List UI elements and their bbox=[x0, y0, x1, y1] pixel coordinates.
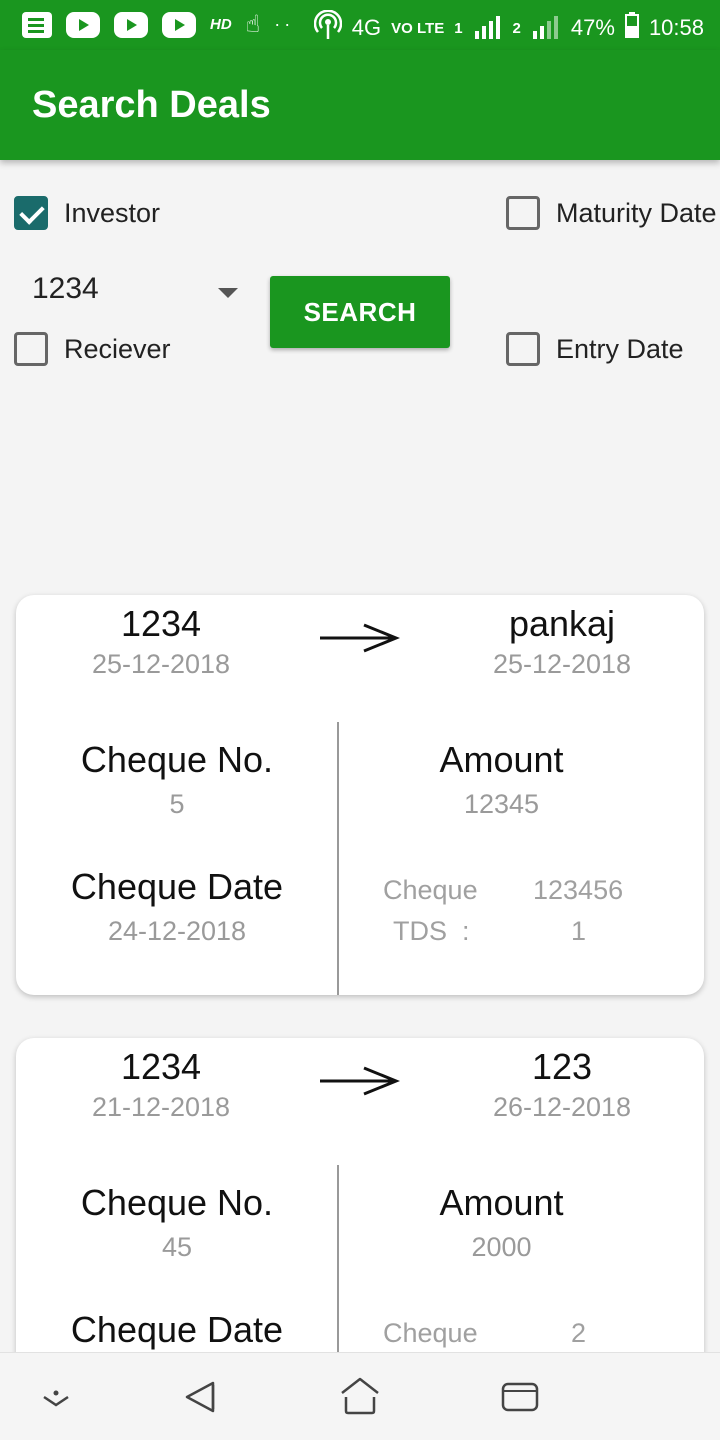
youtube-icon bbox=[66, 11, 100, 38]
back-icon[interactable] bbox=[183, 1379, 219, 1415]
reciever-filter[interactable]: Reciever bbox=[14, 332, 171, 366]
clock: 10:58 bbox=[648, 15, 704, 40]
youtube-icon bbox=[162, 11, 196, 38]
deal-to: 123 26-12-2018 bbox=[416, 1046, 704, 1123]
dropdown-caret-icon[interactable] bbox=[218, 288, 238, 298]
app-bar: Search Deals bbox=[0, 50, 720, 160]
maturity-date-filter[interactable]: Maturity Date bbox=[506, 196, 717, 230]
cheque-no-block: Cheque No. 45 bbox=[16, 1182, 338, 1263]
deal-from: 1234 25-12-2018 bbox=[16, 603, 306, 680]
system-nav-bar bbox=[0, 1352, 720, 1440]
arrow-right-icon bbox=[320, 1066, 400, 1096]
reciever-checkbox[interactable] bbox=[14, 332, 48, 366]
amount-label: Amount bbox=[439, 739, 564, 780]
youtube-icon bbox=[114, 11, 148, 38]
from-name: 1234 bbox=[120, 1046, 202, 1087]
to-name: pankaj bbox=[508, 603, 616, 644]
cheque-no-value: 45 bbox=[161, 1232, 193, 1262]
deal-from: 1234 21-12-2018 bbox=[16, 1046, 306, 1123]
to-date: 25-12-2018 bbox=[492, 649, 632, 679]
investor-checkbox[interactable] bbox=[14, 196, 48, 230]
status-bar: HD ☝ ·· 4G VO LTE 1 2 47% 10:58 bbox=[0, 0, 720, 50]
deal-card[interactable]: 1234 25-12-2018 pankaj 25-12-2018 Cheque… bbox=[16, 595, 704, 995]
reciever-label: Reciever bbox=[64, 333, 171, 364]
battery-percent: 47% bbox=[570, 15, 615, 40]
battery-icon bbox=[624, 12, 639, 44]
investor-label: Investor bbox=[64, 197, 161, 228]
volte-badge: VO LTE bbox=[391, 19, 445, 37]
hd-indicator: HD bbox=[210, 16, 232, 33]
cheque-date-block: Cheque Date bbox=[16, 1309, 338, 1351]
maturity-date-checkbox[interactable] bbox=[506, 196, 540, 230]
from-name: 1234 bbox=[120, 603, 202, 644]
cheque-no-label: Cheque No. bbox=[80, 1182, 274, 1223]
investor-spinner[interactable]: 1234 bbox=[32, 272, 242, 316]
from-date: 25-12-2018 bbox=[91, 649, 231, 679]
signal-icon bbox=[473, 15, 503, 41]
amount-value: 12345 bbox=[463, 789, 540, 819]
cheque-key: Cheque bbox=[383, 875, 478, 905]
signal-icon bbox=[531, 15, 561, 41]
tds-key: TDS : bbox=[393, 916, 470, 946]
cheque-key: Cheque bbox=[383, 1318, 478, 1348]
page-title: Search Deals bbox=[32, 84, 271, 126]
cheque-date-label: Cheque Date bbox=[70, 866, 284, 907]
search-button[interactable]: SEARCH bbox=[270, 276, 450, 348]
spinner-value: 1234 bbox=[32, 272, 99, 305]
amount-block: Amount 12345 bbox=[339, 739, 664, 820]
maturity-date-label: Maturity Date bbox=[556, 197, 717, 228]
cheque-date-label: Cheque Date bbox=[70, 1309, 284, 1350]
entry-date-filter[interactable]: Entry Date bbox=[506, 332, 684, 366]
cheque-value: 123456 bbox=[533, 875, 624, 905]
more-notifications-dots: ·· bbox=[274, 14, 295, 34]
to-name: 123 bbox=[531, 1046, 593, 1087]
sim1-label: 1 bbox=[454, 19, 463, 37]
entry-date-label: Entry Date bbox=[556, 333, 684, 364]
cheque-date-block: Cheque Date 24-12-2018 bbox=[16, 866, 338, 947]
notes-icon bbox=[22, 11, 52, 38]
hotspot-icon bbox=[313, 9, 343, 46]
to-date: 26-12-2018 bbox=[492, 1092, 632, 1122]
touch-icon: ☝ bbox=[245, 11, 261, 38]
cheque-date-value: 24-12-2018 bbox=[107, 916, 247, 946]
tds-value: 1 bbox=[571, 916, 587, 946]
sim2-label: 2 bbox=[512, 19, 521, 37]
chevron-down-icon[interactable] bbox=[40, 1387, 72, 1409]
recents-icon[interactable] bbox=[500, 1381, 540, 1413]
amount-label: Amount bbox=[439, 1182, 564, 1223]
cheque-no-label: Cheque No. bbox=[80, 739, 274, 780]
home-icon[interactable] bbox=[340, 1377, 380, 1415]
cheque-no-block: Cheque No. 5 bbox=[16, 739, 338, 820]
amount-block: Amount 2000 bbox=[339, 1182, 664, 1263]
from-date: 21-12-2018 bbox=[91, 1092, 231, 1122]
cheque-no-value: 5 bbox=[169, 789, 185, 819]
network-type: 4G bbox=[351, 15, 382, 40]
cheque-value: 2 bbox=[571, 1318, 587, 1348]
deal-to: pankaj 25-12-2018 bbox=[416, 603, 704, 680]
amount-value: 2000 bbox=[471, 1232, 532, 1262]
arrow-right-icon bbox=[320, 623, 400, 653]
entry-date-checkbox[interactable] bbox=[506, 332, 540, 366]
investor-filter[interactable]: Investor bbox=[14, 196, 160, 230]
